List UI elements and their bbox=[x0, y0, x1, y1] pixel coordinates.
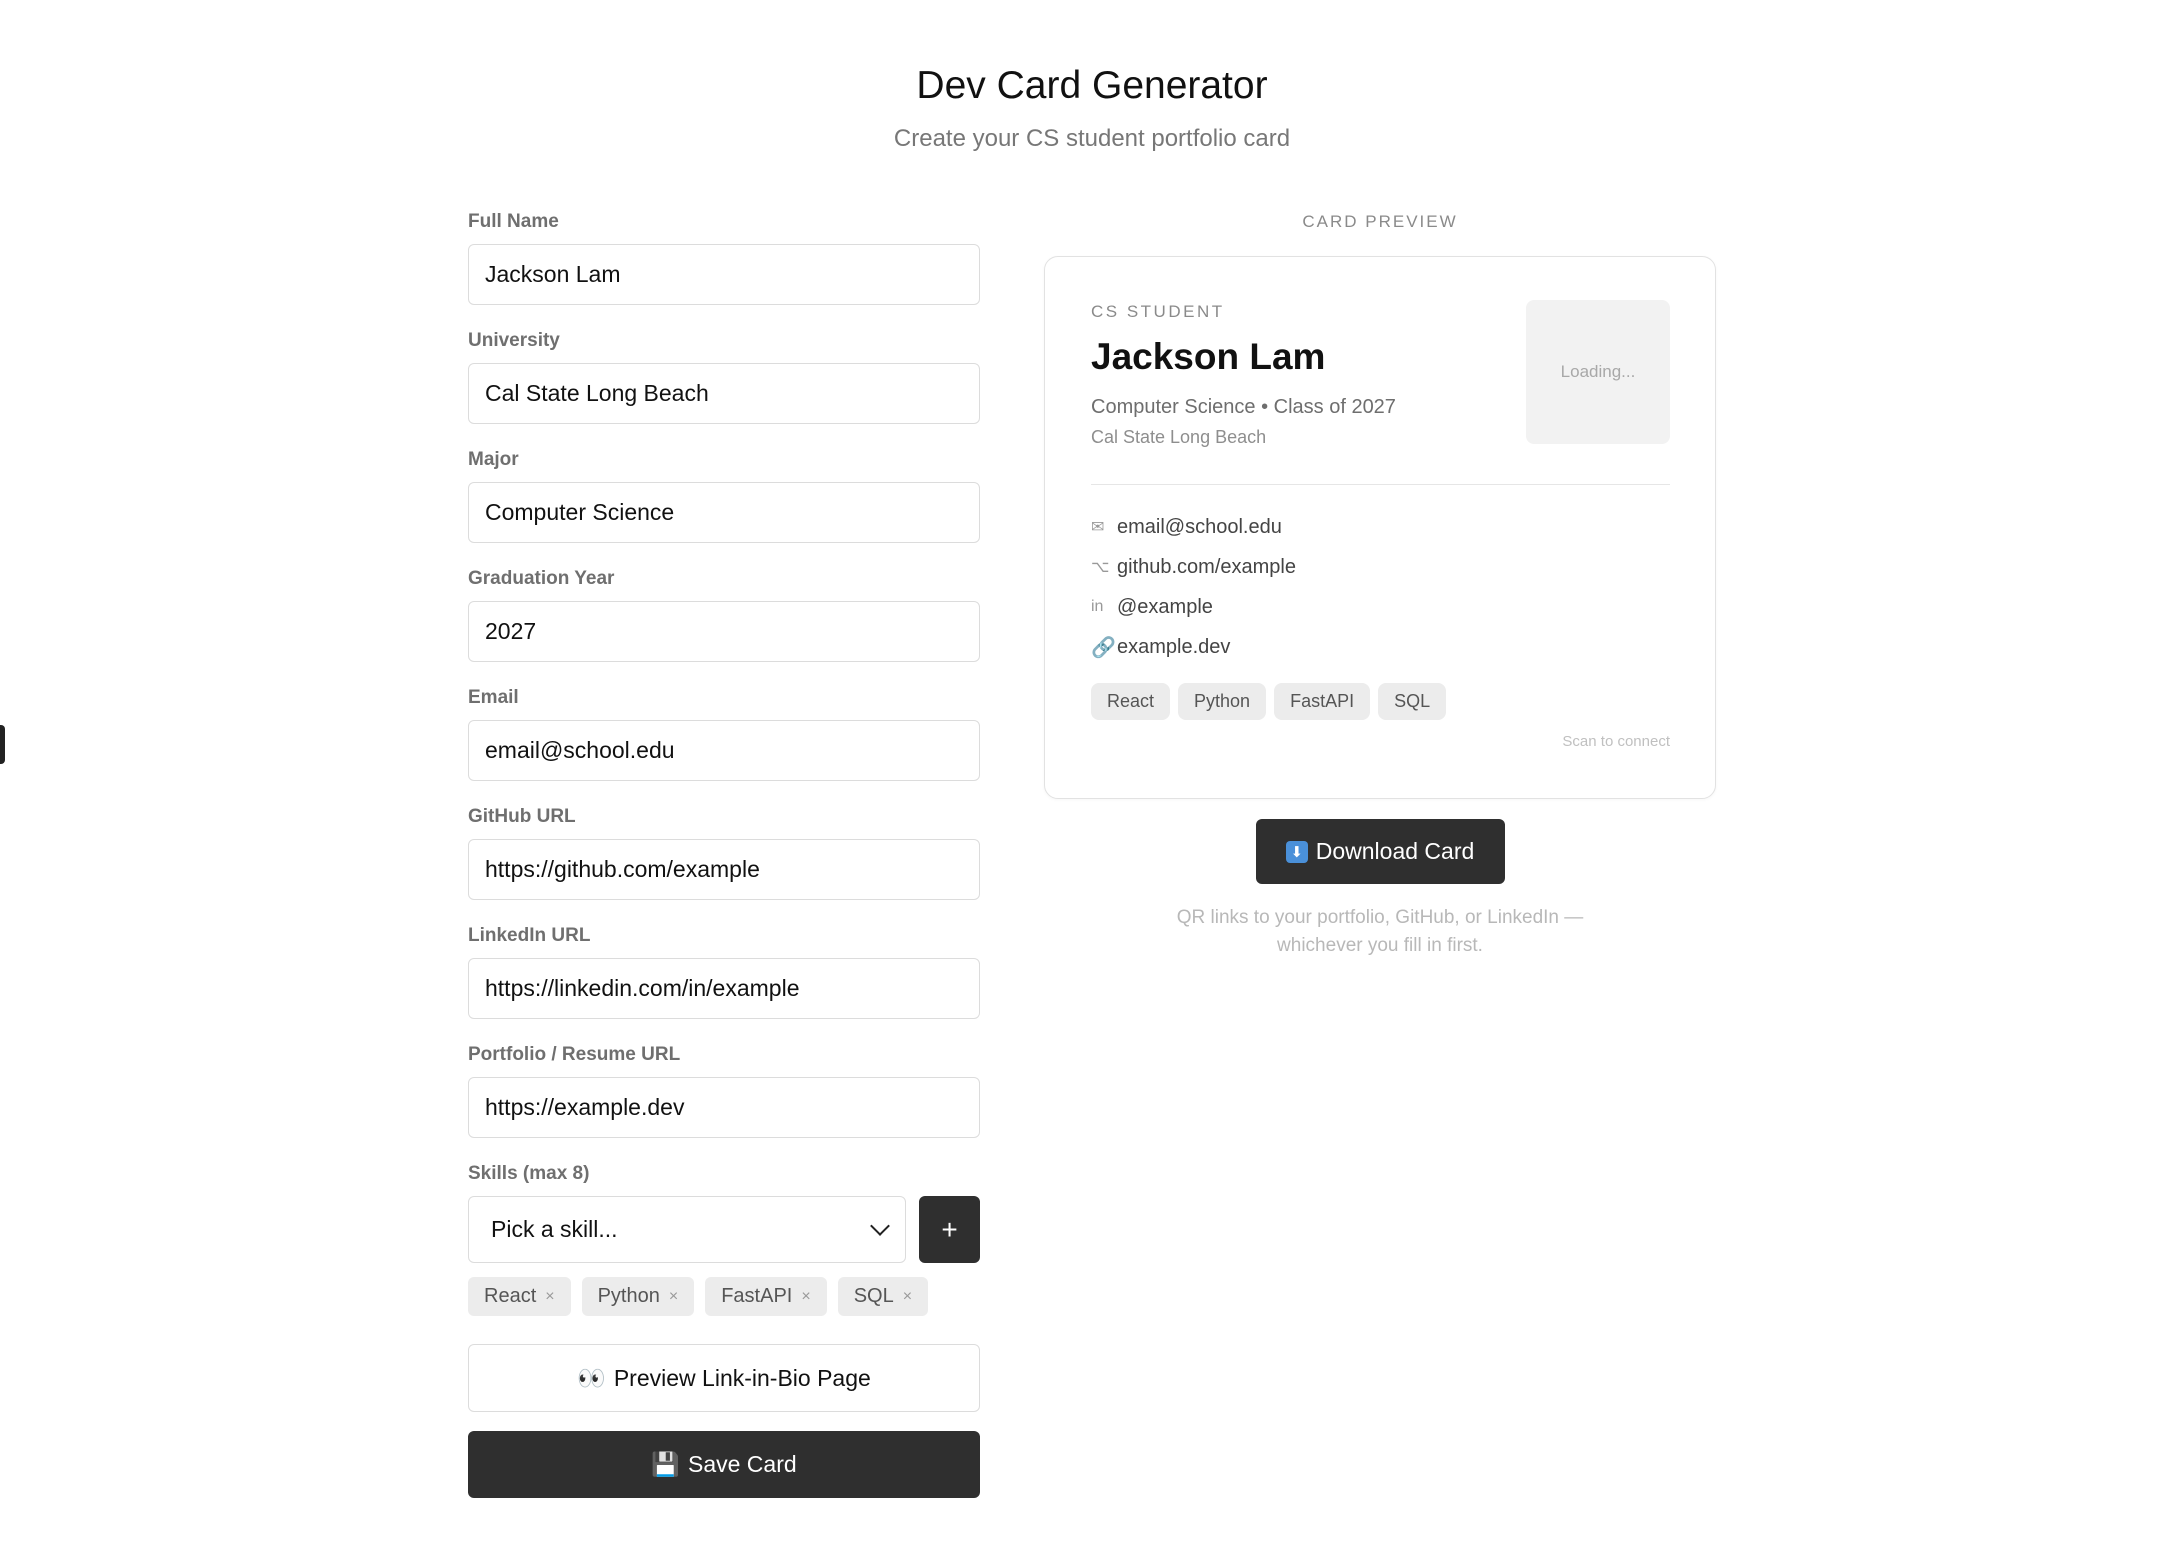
card-role: CS STUDENT bbox=[1091, 302, 1225, 321]
card-contact-text: @example bbox=[1117, 595, 1213, 618]
page-subtitle: Create your CS student portfolio card bbox=[893, 125, 1291, 152]
card-contact-text: email@school.edu bbox=[1117, 515, 1282, 538]
add-skill-button[interactable]: + bbox=[919, 1196, 980, 1263]
university-input[interactable] bbox=[468, 363, 980, 424]
portfolio-url-input[interactable] bbox=[468, 1077, 980, 1138]
qr-help-note-line-1: QR links to your portfolio, GitHub, or L… bbox=[1176, 907, 1584, 928]
skill-chip-label: Python bbox=[597, 1285, 660, 1307]
skill-select[interactable]: Pick a skill... bbox=[468, 1196, 907, 1263]
card-skill-chip: React bbox=[1091, 683, 1171, 720]
full-name-input[interactable] bbox=[468, 244, 980, 305]
qr-help-note-line-2: whichever you fill in first. bbox=[1277, 935, 1483, 956]
card-divider bbox=[1091, 484, 1670, 485]
card-university: Cal State Long Beach bbox=[1091, 427, 1267, 447]
skill-chip-react: React × bbox=[468, 1277, 571, 1316]
skill-chip-python: Python × bbox=[581, 1277, 695, 1316]
chevron-down-icon bbox=[870, 1215, 891, 1236]
floppy-disk-icon: 💾 bbox=[651, 1451, 680, 1477]
card-contacts: ✉ email@school.edu ⌥ github.com/example … bbox=[1091, 507, 1670, 667]
qr-help-note: QR links to your portfolio, GitHub, or L… bbox=[1044, 904, 1716, 960]
skill-chip-fastapi: FastAPI × bbox=[705, 1277, 827, 1316]
graduation-year-input[interactable] bbox=[468, 601, 980, 662]
remove-skill-icon[interactable]: × bbox=[545, 1288, 554, 1306]
card-identity: CS STUDENT Jackson Lam Computer Science … bbox=[1091, 301, 1396, 449]
card-name: Jackson Lam bbox=[1091, 336, 1326, 377]
card-preview-panel: CARD PREVIEW CS STUDENT Jackson Lam Comp… bbox=[1044, 208, 1716, 960]
remove-skill-icon[interactable]: × bbox=[801, 1288, 810, 1306]
card-contact-linkedin: in @example bbox=[1091, 587, 1670, 627]
university-label: University bbox=[468, 330, 560, 351]
github-icon: ⌥ bbox=[1091, 559, 1110, 576]
skill-picker-row: Pick a skill... + bbox=[468, 1196, 980, 1263]
page-header: Dev Card Generator Create your CS studen… bbox=[0, 62, 2184, 154]
dev-card: CS STUDENT Jackson Lam Computer Science … bbox=[1044, 256, 1716, 799]
mail-icon: ✉ bbox=[1091, 519, 1105, 536]
card-contact-email: ✉ email@school.edu bbox=[1091, 507, 1670, 547]
preview-link-in-bio-button[interactable]: 👀 Preview Link-in-Bio Page bbox=[468, 1344, 980, 1412]
graduation-year-label: Graduation Year bbox=[468, 568, 615, 589]
link-icon: 🔗 bbox=[1091, 636, 1116, 659]
github-url-label: GitHub URL bbox=[468, 806, 576, 827]
linkedin-icon: in bbox=[1091, 598, 1104, 615]
major-input[interactable] bbox=[468, 482, 980, 543]
email-input[interactable] bbox=[468, 720, 980, 781]
download-arrow-icon: ⬇ bbox=[1285, 840, 1308, 863]
side-drawer-handle[interactable] bbox=[0, 725, 5, 764]
skill-chip-label: SQL bbox=[853, 1285, 894, 1307]
card-contact-portfolio: 🔗 example.dev bbox=[1091, 627, 1670, 667]
eyes-icon: 👀 bbox=[577, 1364, 606, 1391]
linkedin-url-label: LinkedIn URL bbox=[468, 925, 591, 946]
remove-skill-icon[interactable]: × bbox=[903, 1288, 912, 1306]
card-contact-text: example.dev bbox=[1117, 635, 1231, 658]
skill-chip-label: React bbox=[484, 1285, 537, 1307]
save-card-button[interactable]: 💾 Save Card bbox=[468, 1431, 980, 1498]
preview-link-in-bio-label: Preview Link-in-Bio Page bbox=[613, 1364, 871, 1391]
scan-to-connect-text: Scan to connect bbox=[1562, 733, 1670, 750]
card-skill-chip: FastAPI bbox=[1274, 683, 1371, 720]
download-wrap: ⬇ Download Card bbox=[1044, 819, 1716, 884]
download-card-button[interactable]: ⬇ Download Card bbox=[1255, 819, 1505, 884]
card-contact-github: ⌥ github.com/example bbox=[1091, 547, 1670, 587]
save-card-label: Save Card bbox=[687, 1451, 797, 1477]
major-label: Major bbox=[468, 449, 519, 470]
download-card-label: Download Card bbox=[1315, 838, 1475, 864]
card-header: CS STUDENT Jackson Lam Computer Science … bbox=[1091, 300, 1670, 449]
portfolio-url-label: Portfolio / Resume URL bbox=[468, 1044, 681, 1065]
page-title: Dev Card Generator bbox=[916, 64, 1268, 107]
card-major-line: Computer Science • Class of 2027 bbox=[1091, 396, 1396, 418]
card-form: Full Name University Major Graduation Ye… bbox=[468, 208, 980, 1498]
linkedin-url-input[interactable] bbox=[468, 958, 980, 1019]
card-skill-chip: Python bbox=[1178, 683, 1267, 720]
card-preview-heading: CARD PREVIEW bbox=[1302, 212, 1458, 231]
full-name-label: Full Name bbox=[468, 211, 559, 232]
card-skills: React Python FastAPI SQL bbox=[1091, 683, 1670, 720]
skills-label: Skills (max 8) bbox=[468, 1163, 590, 1184]
skill-chip-label: FastAPI bbox=[721, 1285, 793, 1307]
card-skill-chip: SQL bbox=[1378, 683, 1447, 720]
selected-skills: React × Python × FastAPI × SQL × bbox=[468, 1277, 980, 1316]
email-label: Email bbox=[468, 687, 519, 708]
qr-code-placeholder: Loading... bbox=[1526, 300, 1670, 444]
skill-select-value: Pick a skill... bbox=[491, 1216, 618, 1242]
skill-chip-sql: SQL × bbox=[837, 1277, 929, 1316]
remove-skill-icon[interactable]: × bbox=[669, 1288, 678, 1306]
card-contact-text: github.com/example bbox=[1117, 555, 1296, 578]
github-url-input[interactable] bbox=[468, 839, 980, 900]
